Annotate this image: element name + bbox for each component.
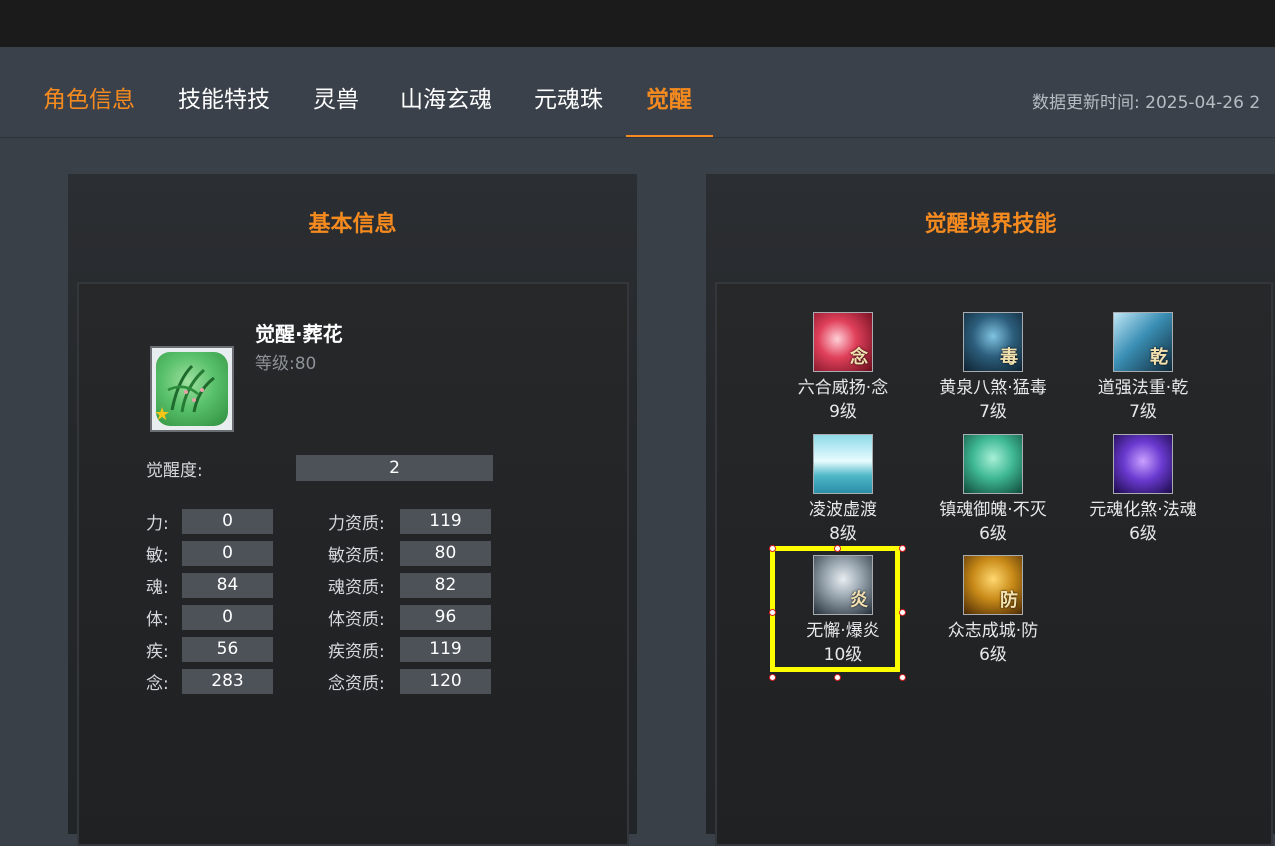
skill-name: 众志成城·防: [947, 621, 1039, 641]
aptitude-label: 体资质:: [328, 610, 385, 630]
skill-name: 道强法重·乾: [1097, 378, 1189, 398]
stat-label: 疾:: [146, 642, 169, 662]
skill-item[interactable]: 镇魂御魄·不灭 6级: [923, 434, 1063, 546]
tab-skills[interactable]: 技能特技: [178, 85, 270, 115]
wave-icon[interactable]: [813, 434, 873, 494]
character-level: 等级:80: [255, 354, 317, 374]
skill-name: 六合威扬·念: [797, 378, 889, 398]
aptitude-label: 魂资质:: [328, 578, 385, 598]
panel-title: 觉醒境界技能: [924, 212, 1057, 237]
active-tab-underline: [626, 135, 713, 137]
stat-label: 力:: [146, 514, 169, 534]
skill-item[interactable]: 元魂化煞·法魂 6级: [1073, 434, 1213, 546]
aptitude-value: 119: [400, 637, 491, 662]
stat-label: 体:: [146, 610, 169, 630]
aptitude-value: 120: [400, 669, 491, 694]
skill-name: 黄泉八煞·猛毒: [939, 378, 1047, 398]
skill-item[interactable]: 防众志成城·防 6级: [923, 555, 1063, 667]
skill-item[interactable]: 乾道强法重·乾 7级: [1073, 312, 1213, 424]
aptitude-label: 敏资质:: [328, 546, 385, 566]
aptitude-value: 119: [400, 509, 491, 534]
six-harmony-icon[interactable]: 念: [813, 312, 873, 372]
grass-strands-icon: [167, 364, 215, 413]
character-name: 觉醒·葬花: [255, 322, 343, 346]
skill-name: 凌波虚渡: [809, 500, 877, 520]
basic-info-panel: 基本信息 ★ 觉醒·葬花 等级:80 觉醒度: 2 力: 0 力资质: 119 敏: 0 敏…: [68, 174, 637, 846]
panel-title: 基本信息: [308, 212, 397, 237]
stat-value: 56: [182, 637, 273, 662]
tab-awakening[interactable]: 觉醒: [646, 85, 692, 115]
skill-level: 6级: [979, 524, 1007, 544]
resize-handle[interactable]: [834, 545, 841, 552]
skill-icon-glyph: 毒: [1000, 347, 1018, 368]
skill-level: 9级: [829, 402, 857, 422]
green-face-icon[interactable]: [963, 434, 1023, 494]
skill-item[interactable]: 念六合威扬·念 9级: [773, 312, 913, 424]
tab-navigation: 角色信息 技能特技 灵兽 山海玄魂 元魂珠 觉醒 数据更新时间: 2025-04…: [0, 47, 1275, 138]
aptitude-value: 82: [400, 573, 491, 598]
awaken-value: 2: [296, 455, 493, 481]
skill-item[interactable]: 凌波虚渡 8级: [773, 434, 913, 546]
star-icon: ★: [154, 404, 171, 425]
resize-handle[interactable]: [899, 674, 906, 681]
resize-handle[interactable]: [899, 545, 906, 552]
aptitude-label: 力资质:: [328, 514, 385, 534]
skill-level: 7级: [979, 402, 1007, 422]
skill-name: 元魂化煞·法魂: [1089, 500, 1197, 520]
stat-value: 84: [182, 573, 273, 598]
poison-skull-icon[interactable]: 毒: [963, 312, 1023, 372]
skill-icon-glyph: 炎: [850, 590, 868, 611]
skill-name: 无懈·爆炎: [806, 621, 880, 641]
skill-level: 6级: [1129, 524, 1157, 544]
tab-spirit-beast[interactable]: 灵兽: [313, 85, 359, 115]
awakening-skills-panel: 觉醒境界技能 念六合威扬·念 9级 毒黄泉八煞·猛毒 7级 乾道强法重·乾 7级凌波虚渡 8…: [706, 174, 1275, 846]
resize-handle[interactable]: [769, 545, 776, 552]
resize-handle[interactable]: [769, 674, 776, 681]
stat-value: 283: [182, 669, 273, 694]
skill-level: 6级: [979, 645, 1007, 665]
tab-shanhai-soul[interactable]: 山海玄魂: [400, 85, 492, 115]
skill-icon-glyph: 乾: [1150, 347, 1168, 368]
blade-icon[interactable]: 乾: [1113, 312, 1173, 372]
skill-icon-glyph: 念: [850, 347, 868, 368]
stat-value: 0: [182, 541, 273, 566]
stat-label: 敏:: [146, 546, 169, 566]
demon-mask-icon[interactable]: [1113, 434, 1173, 494]
top-bar: [0, 0, 1275, 47]
tab-character-info[interactable]: 角色信息: [43, 85, 135, 115]
skill-level: 10级: [823, 645, 863, 665]
aptitude-value: 80: [400, 541, 491, 566]
skill-level: 7级: [1129, 402, 1157, 422]
skill-name: 镇魂御魄·不灭: [939, 500, 1047, 520]
tab-soul-orb[interactable]: 元魂珠: [534, 85, 603, 115]
resize-handle[interactable]: [834, 674, 841, 681]
aptitude-label: 疾资质:: [328, 642, 385, 662]
aptitude-value: 96: [400, 605, 491, 630]
shield-icon[interactable]: 炎: [813, 555, 873, 615]
awaken-label: 觉醒度:: [146, 461, 203, 481]
update-time: 数据更新时间: 2025-04-26 2: [1032, 93, 1261, 113]
avatar: ★: [150, 346, 234, 432]
skill-item[interactable]: 毒黄泉八煞·猛毒 7级: [923, 312, 1063, 424]
stat-label: 魂:: [146, 578, 169, 598]
stat-value: 0: [182, 605, 273, 630]
skill-icon-glyph: 防: [1000, 590, 1018, 611]
stat-label: 念:: [146, 674, 169, 694]
stat-value: 0: [182, 509, 273, 534]
skill-level: 8级: [829, 524, 857, 544]
aptitude-label: 念资质:: [328, 674, 385, 694]
golden-armor-icon[interactable]: 防: [963, 555, 1023, 615]
skill-item[interactable]: 炎无懈·爆炎 10级: [773, 555, 913, 667]
